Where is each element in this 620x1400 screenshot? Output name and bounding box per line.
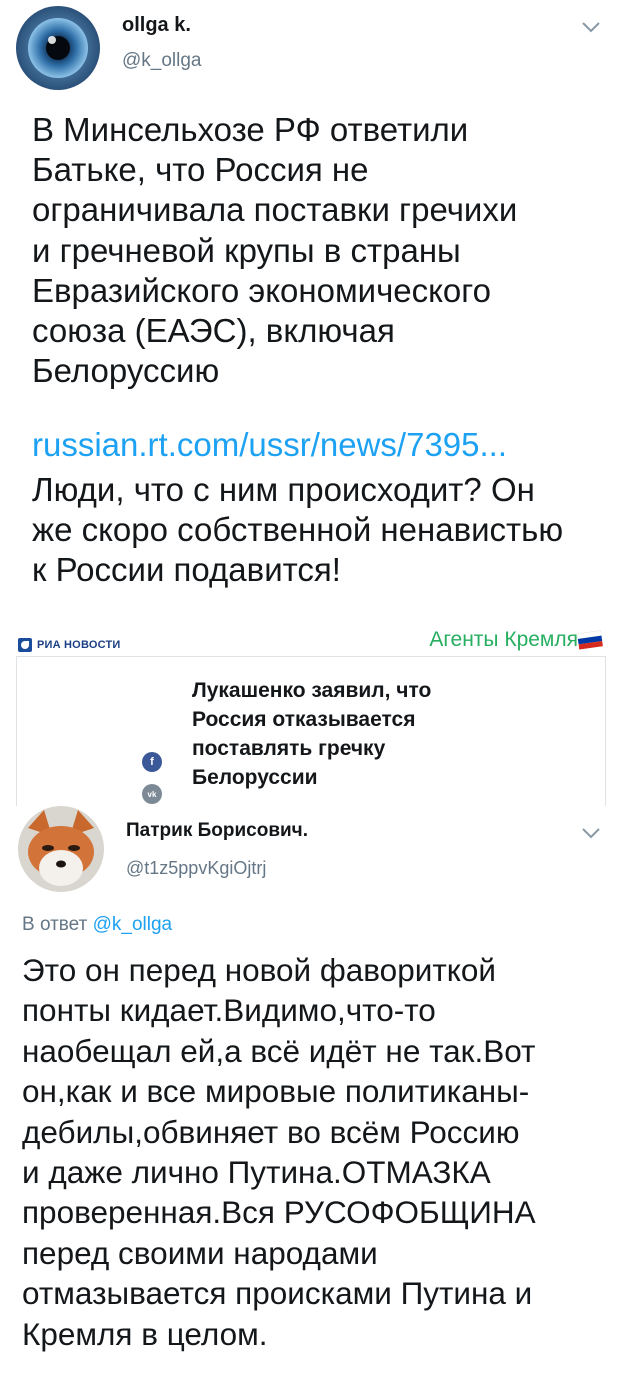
- reply-prefix: В ответ: [22, 914, 88, 935]
- fox-avatar-icon: [18, 806, 104, 892]
- user-handle[interactable]: @t1z5ppvKgiOjtrj: [126, 858, 266, 879]
- tweet-reply: Патрик Борисович. @t1z5ppvKgiOjtrj В отв…: [0, 800, 620, 1400]
- user-avatar[interactable]: [16, 6, 100, 90]
- ria-logo-text: РИА НОВОСТИ: [37, 639, 121, 651]
- tweet-original: ollga k. @k_ollga В Минсельхозе РФ ответ…: [0, 0, 620, 620]
- eye-avatar-icon: [16, 6, 100, 90]
- article-link[interactable]: russian.rt.com/ussr/news/7395...: [32, 426, 507, 464]
- ria-logo-icon: [18, 638, 32, 652]
- facebook-icon[interactable]: f: [142, 752, 162, 772]
- reply-context: В ответ @k_ollga: [22, 914, 172, 936]
- reply-mention[interactable]: @k_ollga: [93, 914, 173, 935]
- tweet-text: Это он перед новой фавориткой понты кида…: [22, 952, 536, 1352]
- tweet-text: В Минсельхозе РФ ответили Батьке, что Ро…: [32, 111, 518, 390]
- chevron-down-icon[interactable]: [580, 20, 602, 34]
- watermark-text: Агенты Кремля: [429, 628, 578, 651]
- display-name[interactable]: ollga k.: [122, 14, 191, 37]
- news-card[interactable]: РИА НОВОСТИ Агенты Кремля Лукашенко заяв…: [16, 624, 606, 806]
- user-avatar[interactable]: [18, 806, 104, 892]
- ria-logo: РИА НОВОСТИ: [18, 638, 120, 652]
- russian-flag-icon: [577, 630, 603, 650]
- chevron-down-icon[interactable]: [580, 826, 602, 840]
- user-handle[interactable]: @k_ollga: [122, 50, 202, 72]
- tweet-text-continued: Люди, что с ним происходит? Он же скоро …: [32, 471, 564, 589]
- card-headline: Лукашенко заявил, что Россия отказываетс…: [192, 679, 432, 789]
- display-name[interactable]: Патрик Борисович.: [126, 820, 308, 842]
